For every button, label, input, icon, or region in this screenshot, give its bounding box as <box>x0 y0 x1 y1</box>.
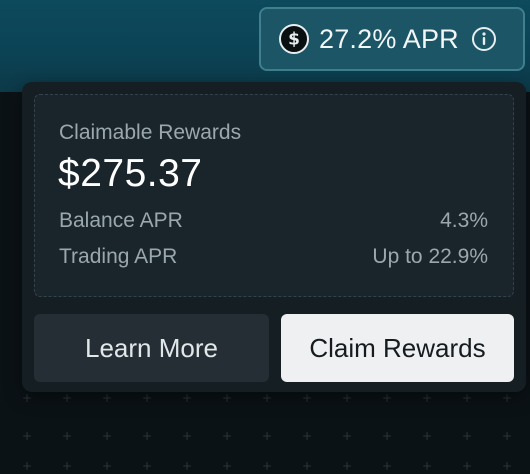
balance-apr-label: Balance APR <box>59 209 183 232</box>
background-plus-pattern: + + + + + + + + + + + + + + + + + + + + … <box>22 391 513 473</box>
balance-apr-value: 4.3% <box>440 209 488 232</box>
info-icon[interactable] <box>471 26 497 52</box>
claimable-rewards-label: Claimable Rewards <box>59 121 242 144</box>
claim-rewards-button[interactable]: Claim Rewards <box>281 314 514 382</box>
apr-badge-button[interactable]: $ 27.2% APR <box>259 7 525 71</box>
trading-apr-value: Up to 22.9% <box>372 245 488 268</box>
apr-value: 27.2% APR <box>319 23 459 54</box>
trading-apr-label: Trading APR <box>59 245 178 268</box>
svg-text:$: $ <box>288 30 300 50</box>
claimable-rewards-amount: $275.37 <box>58 152 203 195</box>
dollar-circle-icon: $ <box>279 24 309 54</box>
learn-more-button[interactable]: Learn More <box>34 314 269 382</box>
